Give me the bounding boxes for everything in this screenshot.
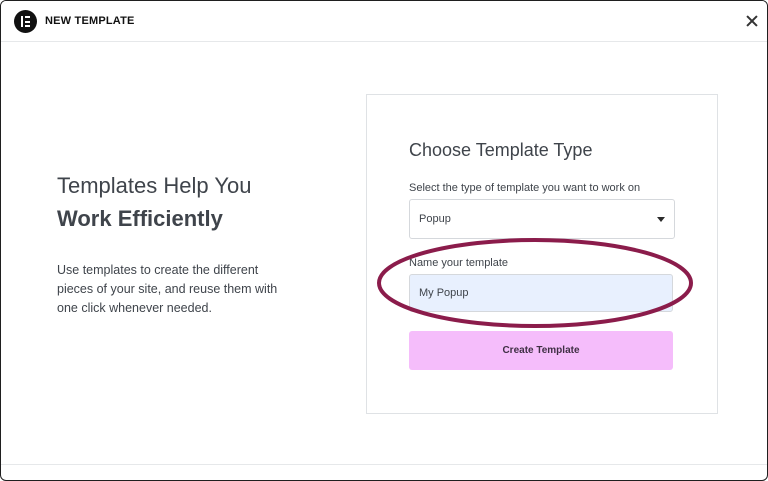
close-icon[interactable] [741, 11, 763, 33]
template-type-select[interactable]: Popup [409, 199, 675, 239]
template-type-label: Select the type of template you want to … [409, 182, 641, 194]
intro-description: Use templates to create the different pi… [57, 263, 278, 315]
elementor-logo-icon [14, 10, 37, 33]
intro-heading-line2: Work Efficiently [57, 206, 223, 231]
footer-divider [1, 464, 767, 465]
intro-heading-line1: Templates Help You [57, 173, 252, 198]
dialog-header: NEW TEMPLATE [1, 1, 767, 42]
template-name-input[interactable] [409, 274, 673, 312]
form-title: Choose Template Type [409, 140, 593, 160]
caret-down-icon [657, 217, 665, 222]
template-form-card: Choose Template Type Select the type of … [366, 94, 718, 414]
template-type-value: Popup [419, 213, 451, 225]
create-template-button[interactable]: Create Template [409, 331, 673, 370]
template-name-label: Name your template [409, 257, 509, 269]
new-template-dialog: NEW TEMPLATE Templates Help You Work Eff… [0, 0, 768, 481]
dialog-title: NEW TEMPLATE [45, 15, 135, 27]
